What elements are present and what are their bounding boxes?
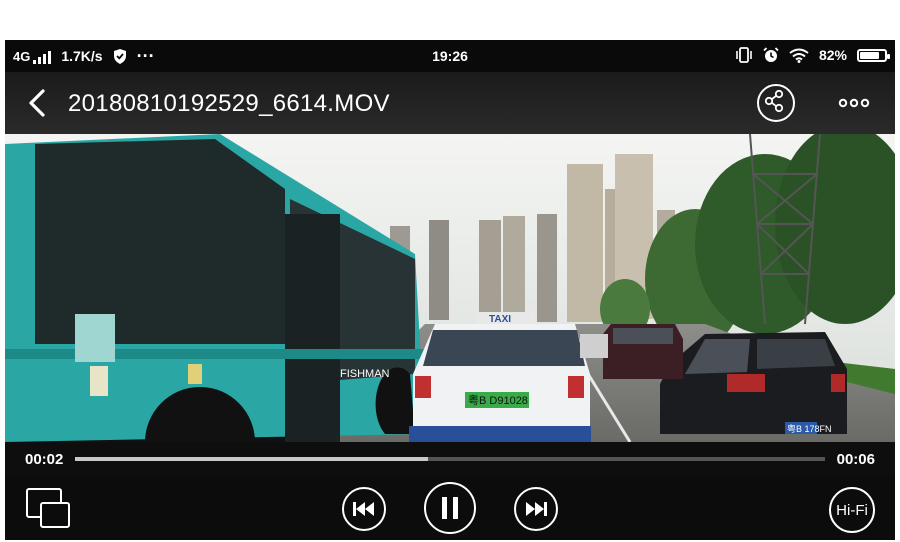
taxi-sign: TAXI: [489, 314, 511, 325]
skip-next-icon: [526, 502, 547, 516]
more-options-icon[interactable]: [837, 86, 871, 120]
taxi: TAXI 粤B D91028: [409, 312, 591, 442]
battery-level: [860, 51, 880, 59]
share-icon: [764, 89, 784, 113]
picture-in-picture-icon[interactable]: [25, 487, 71, 529]
clock: 19:26: [432, 48, 468, 64]
next-button[interactable]: [514, 487, 558, 531]
vibrate-icon: [736, 47, 752, 63]
video-frame[interactable]: FISHMAN TAXI 粤B D91028 粤B 178FN: [5, 134, 895, 442]
alarm-icon: [763, 47, 779, 62]
share-button[interactable]: [757, 84, 795, 122]
pause-button[interactable]: [424, 482, 476, 534]
battery-icon: [857, 48, 890, 62]
playback-controls: Hi-Fi: [5, 476, 895, 540]
back-icon[interactable]: [23, 86, 53, 120]
progress-bar-area: 00:02 00:06: [5, 442, 895, 476]
taxi-plate: 粤B D91028: [468, 393, 528, 407]
svg-text:FISHMAN: FISHMAN: [340, 368, 390, 380]
phone-screen: 4G 1.7K/s ··· 19:26 82% 20180810192529_6…: [5, 40, 895, 540]
current-time: 00:02: [25, 451, 64, 468]
pause-icon: [442, 497, 458, 519]
duration: 00:06: [836, 451, 875, 468]
previous-button[interactable]: [342, 487, 386, 531]
battery-percent: 82%: [818, 47, 847, 63]
suv-plate: 粤B 178FN: [787, 423, 832, 434]
video-scene: FISHMAN TAXI 粤B D91028 粤B 178FN: [5, 134, 895, 442]
skip-previous-icon: [353, 502, 374, 516]
wifi-icon: [789, 48, 809, 63]
maroon-car: [603, 324, 683, 379]
hifi-label: Hi-Fi: [836, 501, 868, 519]
seek-bar-played: [75, 457, 428, 461]
title-bar: 20180810192529_6614.MOV: [5, 72, 895, 134]
video-filename: 20180810192529_6614.MOV: [68, 90, 390, 117]
status-bar: 4G 1.7K/s ··· 19:26 82%: [5, 40, 895, 72]
hifi-button[interactable]: Hi-Fi: [829, 487, 875, 533]
seek-bar[interactable]: [75, 457, 825, 461]
